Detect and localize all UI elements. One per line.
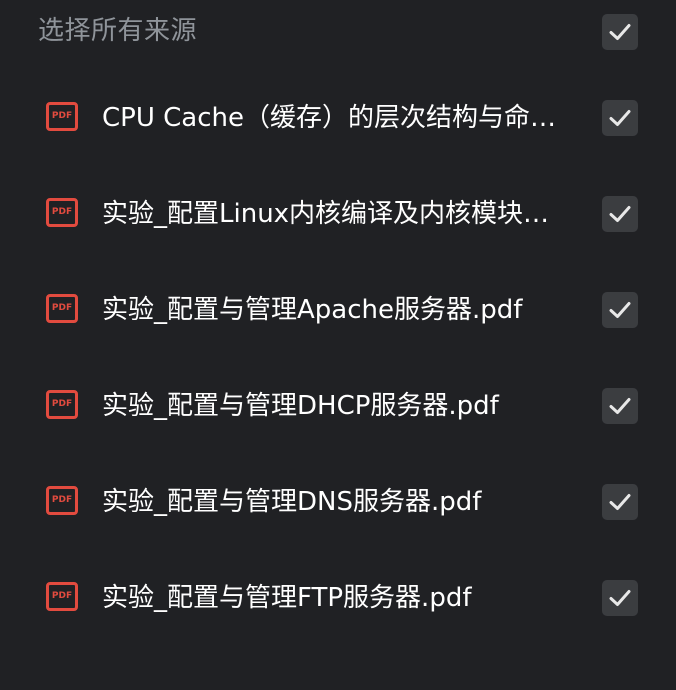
pdf-icon: PDF — [46, 102, 78, 131]
source-title: CPU Cache（缓存）的层次结构与命… — [102, 103, 556, 133]
source-checkbox[interactable] — [602, 580, 638, 616]
select-all-row: 选择所有来源 — [0, 0, 676, 64]
pdf-icon: PDF — [46, 198, 78, 227]
pdf-icon: PDF — [46, 390, 78, 419]
pdf-icon: PDF — [46, 294, 78, 323]
source-checkbox[interactable] — [602, 292, 638, 328]
source-item[interactable]: PDF 实验_配置与管理FTP服务器.pdf — [0, 550, 676, 646]
source-item[interactable]: PDF 实验_配置与管理Apache服务器.pdf — [0, 262, 676, 358]
source-title: 实验_配置Linux内核编译及内核模块… — [102, 199, 550, 229]
checkmark-icon — [609, 398, 631, 414]
source-list: PDF CPU Cache（缓存）的层次结构与命… PDF 实验_配置Linux… — [0, 70, 676, 646]
select-all-checkbox[interactable] — [602, 14, 638, 50]
checkmark-icon — [609, 494, 631, 510]
checkmark-icon — [609, 24, 631, 40]
source-checkbox[interactable] — [602, 484, 638, 520]
source-item[interactable]: PDF CPU Cache（缓存）的层次结构与命… — [0, 70, 676, 166]
checkmark-icon — [609, 590, 631, 606]
checkmark-icon — [609, 206, 631, 222]
pdf-icon: PDF — [46, 582, 78, 611]
source-checkbox[interactable] — [602, 196, 638, 232]
source-checkbox[interactable] — [602, 100, 638, 136]
source-title: 实验_配置与管理DHCP服务器.pdf — [102, 391, 499, 421]
checkmark-icon — [609, 110, 631, 126]
source-item[interactable]: PDF 实验_配置Linux内核编译及内核模块… — [0, 166, 676, 262]
pdf-icon: PDF — [46, 486, 78, 515]
source-title: 实验_配置与管理FTP服务器.pdf — [102, 583, 472, 613]
checkmark-icon — [609, 302, 631, 318]
source-checkbox[interactable] — [602, 388, 638, 424]
source-title: 实验_配置与管理DNS服务器.pdf — [102, 487, 482, 517]
source-title: 实验_配置与管理Apache服务器.pdf — [102, 295, 523, 325]
source-item[interactable]: PDF 实验_配置与管理DNS服务器.pdf — [0, 454, 676, 550]
select-all-label: 选择所有来源 — [38, 16, 198, 46]
source-item[interactable]: PDF 实验_配置与管理DHCP服务器.pdf — [0, 358, 676, 454]
